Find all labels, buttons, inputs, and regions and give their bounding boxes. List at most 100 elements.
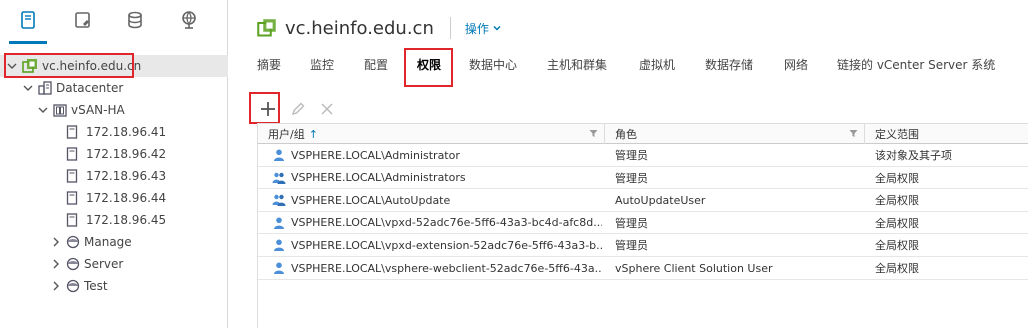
cell-role: 管理员 (615, 239, 648, 253)
tree-item-host[interactable]: 172.18.96.45 (0, 209, 166, 231)
chevron-down-icon[interactable] (22, 82, 34, 94)
tree-item-host[interactable]: 172.18.96.43 (0, 165, 166, 187)
cell-user-text: VSPHERE.LOCAL\AutoUpdate (291, 193, 451, 207)
vapp-icon (66, 257, 80, 271)
cell-user-text: VSPHERE.LOCAL\vsphere-webclient-52adc76e… (291, 261, 602, 275)
chevron-down-icon (493, 25, 501, 31)
cell-scope: 全局权限 (875, 194, 919, 208)
sort-arrow-icon: ↑ (308, 127, 318, 141)
delete-permission-button[interactable] (316, 98, 338, 120)
navigator-panel: vc.heinfo.edu.cn Datacenter vSAN-HA 172.… (0, 0, 228, 328)
networking-icon[interactable] (175, 10, 203, 44)
tree-item-datacenter[interactable]: Datacenter (0, 77, 123, 99)
storage-icon[interactable] (121, 10, 149, 44)
tab-summary[interactable]: 摘要 (257, 56, 281, 73)
tree-item-host[interactable]: 172.18.96.42 (0, 143, 166, 165)
actions-label: 操作 (464, 21, 489, 36)
chevron-down-icon[interactable] (6, 60, 18, 72)
cell-user-text: VSPHERE.LOCAL\vpxd-extension-52adc76e-5f… (291, 238, 602, 252)
host-icon (66, 169, 78, 183)
vms-and-templates-icon[interactable] (69, 10, 97, 44)
tree-item-label: 172.18.96.41 (86, 125, 167, 139)
cell-role: 管理员 (615, 171, 648, 185)
cell-user: VSPHERE.LOCAL\AutoUpdate (272, 189, 602, 211)
tree-item-label: vSAN-HA (71, 103, 125, 117)
navigator-tabs (0, 0, 228, 50)
table-row[interactable]: VSPHERE.LOCAL\Administrator 管理员 该对象及其子项 (258, 144, 1028, 167)
column-label: 角色 (615, 128, 637, 141)
vapp-icon (66, 279, 80, 293)
table-row[interactable]: VSPHERE.LOCAL\vsphere-webclient-52adc76e… (258, 257, 1028, 280)
host-icon (66, 125, 78, 139)
group-icon (272, 172, 286, 184)
column-header-user[interactable]: 用户/组 ↑ (258, 124, 605, 144)
tree-item-vapp[interactable]: Server (0, 253, 123, 275)
cell-user: VSPHERE.LOCAL\vsphere-webclient-52adc76e… (272, 257, 602, 279)
cell-user: VSPHERE.LOCAL\Administrator (272, 144, 602, 166)
cell-scope: 全局权限 (875, 262, 919, 275)
table-row[interactable]: VSPHERE.LOCAL\Administrators 管理员 全局权限 (258, 167, 1028, 190)
tree-item-label: Datacenter (56, 81, 124, 95)
user-icon (274, 217, 284, 229)
table-row[interactable]: VSPHERE.LOCAL\vpxd-extension-52adc76e-5f… (258, 234, 1028, 257)
tab-datacenters[interactable]: 数据中心 (469, 56, 517, 73)
cell-scope: 全局权限 (875, 171, 919, 185)
host-icon (66, 147, 78, 161)
column-header-role[interactable]: 角色 (605, 124, 865, 144)
chevron-down-icon[interactable] (37, 104, 49, 116)
cell-role: AutoUpdateUser (615, 193, 706, 207)
cell-scope: 全局权限 (875, 239, 919, 253)
tree-item-vapp[interactable]: Test (0, 275, 108, 297)
filter-icon[interactable] (849, 129, 858, 138)
cell-scope: 该对象及其子项 (875, 149, 952, 162)
pencil-icon (291, 102, 305, 116)
tree-item-host[interactable]: 172.18.96.41 (0, 121, 166, 143)
tab-hosts-clusters[interactable]: 主机和群集 (547, 56, 607, 73)
hosts-and-clusters-icon[interactable] (9, 10, 47, 44)
cell-user: VSPHERE.LOCAL\vpxd-52adc76e-5ff6-43a3-bc… (272, 212, 602, 234)
cell-role: 管理员 (615, 149, 648, 162)
tab-datastores[interactable]: 数据存储 (705, 56, 753, 73)
tab-monitor[interactable]: 监控 (310, 56, 334, 73)
host-icon (66, 191, 78, 205)
tab-linked-vcenter[interactable]: 链接的 vCenter Server 系统 (837, 56, 995, 73)
actions-menu[interactable]: 操作 (465, 20, 502, 37)
host-icon (66, 213, 78, 227)
filter-icon[interactable] (589, 129, 598, 138)
tree-item-label: Manage (84, 235, 132, 249)
cluster-icon (53, 104, 67, 117)
tree-item-label: 172.18.96.45 (86, 213, 167, 227)
chevron-right-icon[interactable] (50, 236, 62, 248)
tree-item-host[interactable]: 172.18.96.44 (0, 187, 166, 209)
add-permission-button[interactable] (257, 98, 279, 120)
user-icon (274, 262, 284, 274)
cell-user-text: VSPHERE.LOCAL\Administrator (291, 148, 460, 162)
tab-permissions[interactable]: 权限 (417, 56, 441, 73)
tree-item-vapp[interactable]: Manage (0, 231, 132, 253)
tree-item-label: 172.18.96.44 (86, 191, 167, 205)
column-label: 用户/组 (268, 128, 305, 141)
header-divider (449, 17, 451, 39)
table-row[interactable]: VSPHERE.LOCAL\AutoUpdate AutoUpdateUser 全局… (258, 189, 1028, 212)
tree-item-vcenter[interactable]: vc.heinfo.edu.cn (0, 55, 228, 77)
close-icon (321, 103, 333, 115)
cell-scope: 全局权限 (875, 216, 919, 230)
group-icon (272, 194, 286, 207)
chevron-right-icon[interactable] (50, 280, 62, 292)
tree-item-cluster[interactable]: vSAN-HA (0, 99, 125, 121)
edit-permission-button[interactable] (287, 98, 309, 120)
cell-user: VSPHERE.LOCAL\Administrators (272, 167, 602, 189)
chevron-right-icon[interactable] (50, 258, 62, 270)
content-panel: vc.heinfo.edu.cn 操作 摘要 监控 配置 权限 数据中心 主机和… (229, 0, 1028, 328)
tab-networks[interactable]: 网络 (784, 56, 808, 73)
column-label: 定义范围 (875, 128, 919, 141)
cell-user-text: VSPHERE.LOCAL\Administrators (291, 171, 466, 185)
tab-vms[interactable]: 虚拟机 (639, 56, 675, 73)
user-icon (274, 149, 284, 161)
column-header-scope[interactable]: 定义范围 (865, 124, 1028, 144)
tab-configure[interactable]: 配置 (364, 56, 388, 73)
tree-item-label: 172.18.96.43 (86, 169, 167, 183)
table-row[interactable]: VSPHERE.LOCAL\vpxd-52adc76e-5ff6-43a3-bc… (258, 212, 1028, 235)
page-title: vc.heinfo.edu.cn (285, 17, 434, 39)
vcenter-icon (22, 59, 37, 73)
